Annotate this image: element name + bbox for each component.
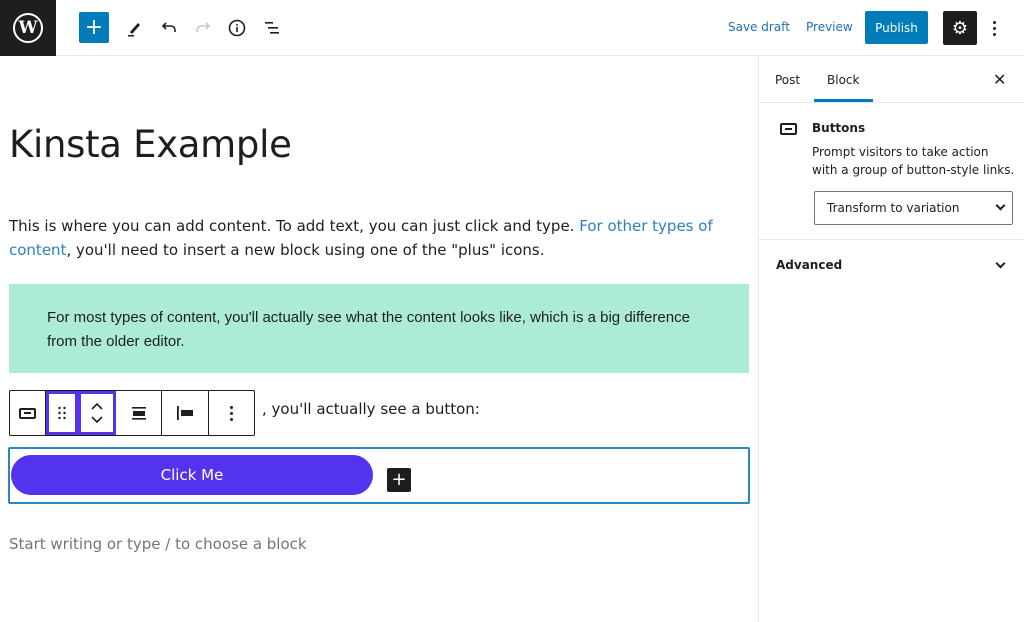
gear-icon: ⚙ xyxy=(951,17,969,39)
list-view-button[interactable] xyxy=(256,12,288,44)
more-vertical-icon xyxy=(992,20,996,24)
tools-button[interactable] xyxy=(118,12,150,44)
justify-icon xyxy=(131,407,146,420)
post-title[interactable]: Kinsta Example xyxy=(9,123,292,166)
add-block-button[interactable]: + xyxy=(79,12,109,43)
block-card-description: Prompt visitors to take action with a gr… xyxy=(812,145,1015,177)
block-card-title: Buttons xyxy=(812,121,866,135)
sidebar-tabs: Post Block ✕ xyxy=(759,57,1024,103)
details-button[interactable] xyxy=(221,12,253,44)
publish-button[interactable]: Publish xyxy=(865,11,928,44)
align-left-icon xyxy=(177,406,193,420)
chevron-up-icon[interactable] xyxy=(90,402,103,410)
paragraph-text-end: , you'll need to insert a new block usin… xyxy=(66,241,545,259)
block-options-button[interactable] xyxy=(209,391,254,435)
dot xyxy=(230,417,233,421)
info-icon xyxy=(228,19,246,37)
chevron-down-icon[interactable] xyxy=(90,416,103,424)
buttons-block[interactable]: Click Me + xyxy=(8,447,750,504)
save-draft-button[interactable]: Save draft xyxy=(728,20,790,34)
redo-button[interactable] xyxy=(187,12,219,44)
paragraph-block-2[interactable]: , you'll actually see a button: xyxy=(262,400,480,418)
tab-block[interactable]: Block xyxy=(827,73,859,87)
settings-button[interactable]: ⚙ xyxy=(943,11,977,45)
list-view-icon xyxy=(265,22,279,34)
chevron-down-icon[interactable] xyxy=(995,258,1006,269)
undo-icon xyxy=(161,22,176,32)
paragraph-block[interactable]: This is where you can add content. To ad… xyxy=(9,214,749,262)
transform-variation-select[interactable]: Transform to variation xyxy=(814,191,1013,225)
dot xyxy=(230,411,233,415)
dot xyxy=(992,32,996,36)
close-icon[interactable]: ✕ xyxy=(993,70,1006,89)
undo-button[interactable] xyxy=(153,12,185,44)
buttons-block-icon xyxy=(780,123,797,135)
redo-icon xyxy=(196,22,211,32)
block-type-button[interactable] xyxy=(10,391,46,435)
add-button-appender[interactable]: + xyxy=(387,468,411,492)
advanced-panel-toggle[interactable]: Advanced xyxy=(776,258,842,272)
more-vertical-icon xyxy=(230,405,233,409)
dot xyxy=(992,26,996,30)
top-toolbar: W + Save draft Preview Publish ⚙ xyxy=(0,0,1024,56)
justify-button[interactable] xyxy=(116,391,162,435)
drag-handle[interactable] xyxy=(46,391,78,435)
default-block-appender[interactable]: Start writing or type / to choose a bloc… xyxy=(9,535,307,553)
wordpress-icon: W xyxy=(13,13,43,43)
buttons-block-icon xyxy=(19,407,36,419)
editor-canvas: Kinsta Example This is where you can add… xyxy=(0,57,758,622)
click-me-button[interactable]: Click Me xyxy=(11,455,373,495)
wordpress-logo[interactable]: W xyxy=(0,0,56,56)
active-tab-indicator xyxy=(814,99,873,102)
options-button[interactable] xyxy=(986,14,1002,42)
preview-button[interactable]: Preview xyxy=(806,20,853,34)
settings-sidebar: Post Block ✕ Buttons Prompt visitors to … xyxy=(758,57,1024,622)
block-toolbar xyxy=(9,390,255,436)
chevron-down-icon xyxy=(995,200,1006,211)
move-up-down-buttons[interactable] xyxy=(78,391,116,435)
drag-handle-icon xyxy=(57,406,66,420)
tab-post[interactable]: Post xyxy=(775,73,800,87)
callout-block[interactable]: For most types of content, you'll actual… xyxy=(9,284,749,373)
paragraph-text: This is where you can add content. To ad… xyxy=(9,217,580,235)
transform-select-value: Transform to variation xyxy=(827,201,960,215)
pencil-icon xyxy=(128,23,140,37)
vertical-align-button[interactable] xyxy=(162,391,209,435)
